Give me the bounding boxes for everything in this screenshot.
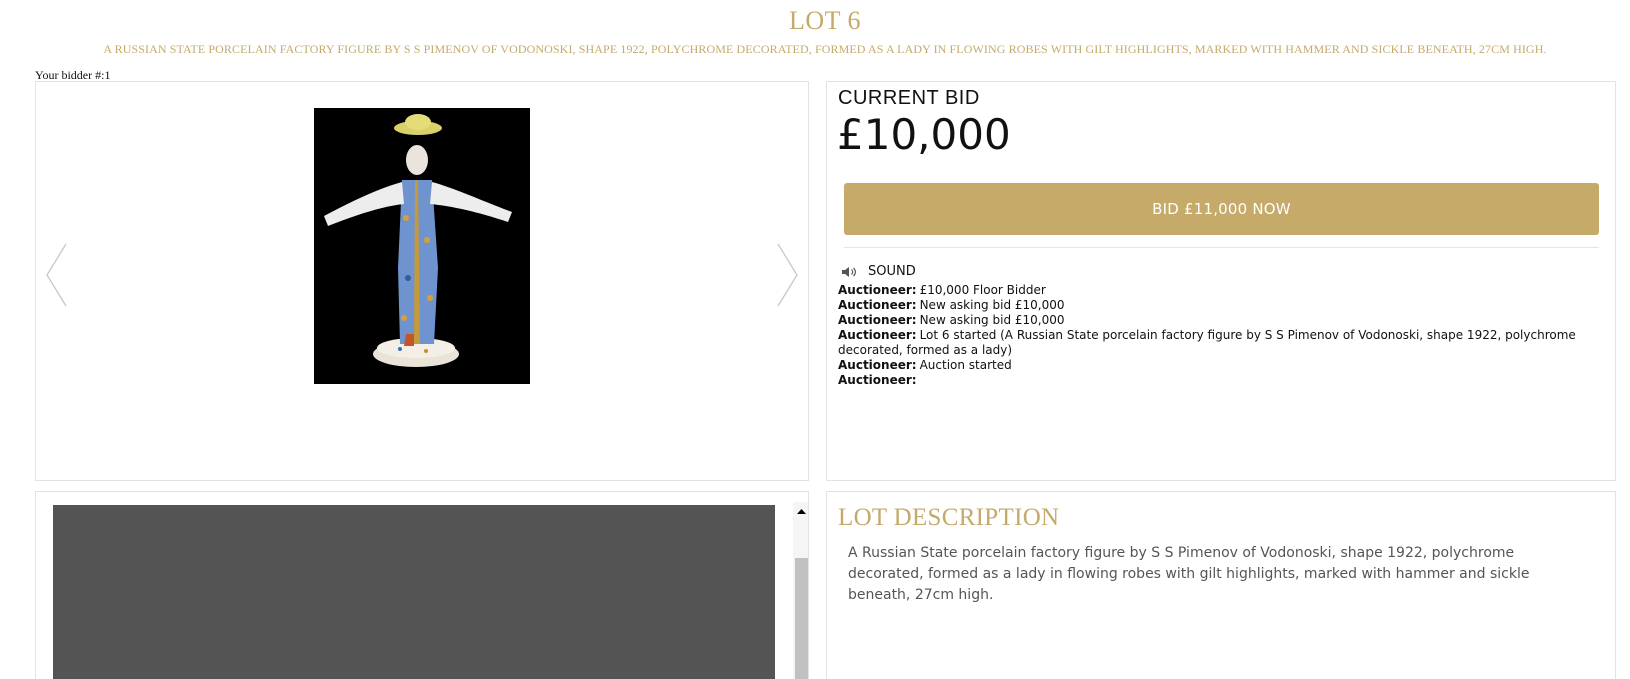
log-message: Auction started [919, 358, 1012, 372]
current-bid-value: £10,000 [837, 110, 1011, 159]
log-speaker: Auctioneer: [838, 328, 917, 342]
video-stream[interactable] [53, 505, 775, 679]
divider [844, 247, 1599, 248]
log-entry: Auctioneer: New asking bid £10,000 [838, 298, 1598, 313]
lot-image[interactable] [314, 108, 530, 384]
place-bid-button[interactable]: BID £11,000 NOW [844, 183, 1599, 235]
lot-description-title: LOT DESCRIPTION [838, 504, 1060, 531]
log-entry: Auctioneer: Lot 6 started (A Russian Stat… [838, 328, 1598, 358]
log-speaker: Auctioneer: [838, 283, 917, 297]
lot-description-text: A Russian State porcelain factory figure… [848, 545, 1530, 603]
lot-title: LOT 6 [788, 6, 862, 35]
log-entry: Auctioneer: £10,000 Floor Bidder [838, 283, 1598, 298]
log-entry: Auctioneer: [838, 373, 1598, 388]
log-message: Lot 6 started (A Russian State porcelain… [838, 328, 1576, 357]
log-speaker: Auctioneer: [838, 313, 917, 327]
porcelain-figure-image [314, 108, 530, 384]
auction-log: Auctioneer: £10,000 Floor Bidder Auctione… [838, 283, 1598, 388]
chevron-left-icon [46, 243, 67, 307]
previous-image-button[interactable] [44, 242, 74, 308]
sound-toggle[interactable]: SOUND [841, 264, 916, 279]
sound-label: SOUND [868, 264, 916, 279]
current-bid-label: CURRENT BID [838, 87, 980, 109]
chevron-right-icon [777, 243, 798, 307]
lot-description-panel: LOT DESCRIPTION A Russian State porcelai… [826, 491, 1616, 679]
log-message: £10,000 Floor Bidder [919, 283, 1046, 297]
log-speaker: Auctioneer: [838, 358, 917, 372]
triangle-up-icon [797, 509, 806, 514]
log-speaker: Auctioneer: [838, 298, 917, 312]
log-message: New asking bid £10,000 [919, 298, 1065, 312]
image-gallery-panel [35, 81, 809, 481]
log-speaker: Auctioneer: [838, 373, 917, 387]
scrollbar[interactable] [793, 502, 808, 679]
video-stream-panel [35, 491, 809, 679]
next-image-button[interactable] [770, 242, 800, 308]
scrollbar-thumb[interactable] [795, 558, 808, 679]
log-entry: Auctioneer: New asking bid £10,000 [838, 313, 1598, 328]
scroll-up-button[interactable] [793, 504, 808, 518]
bidding-panel: CURRENT BID £10,000 BID £11,000 NOW SOUN… [826, 81, 1616, 481]
lot-subtitle: A RUSSIAN STATE PORCELAIN FACTORY FIGURE… [103, 42, 1547, 56]
speaker-icon [842, 266, 856, 277]
log-entry: Auctioneer: Auction started [838, 358, 1598, 373]
log-message: New asking bid £10,000 [919, 313, 1065, 327]
